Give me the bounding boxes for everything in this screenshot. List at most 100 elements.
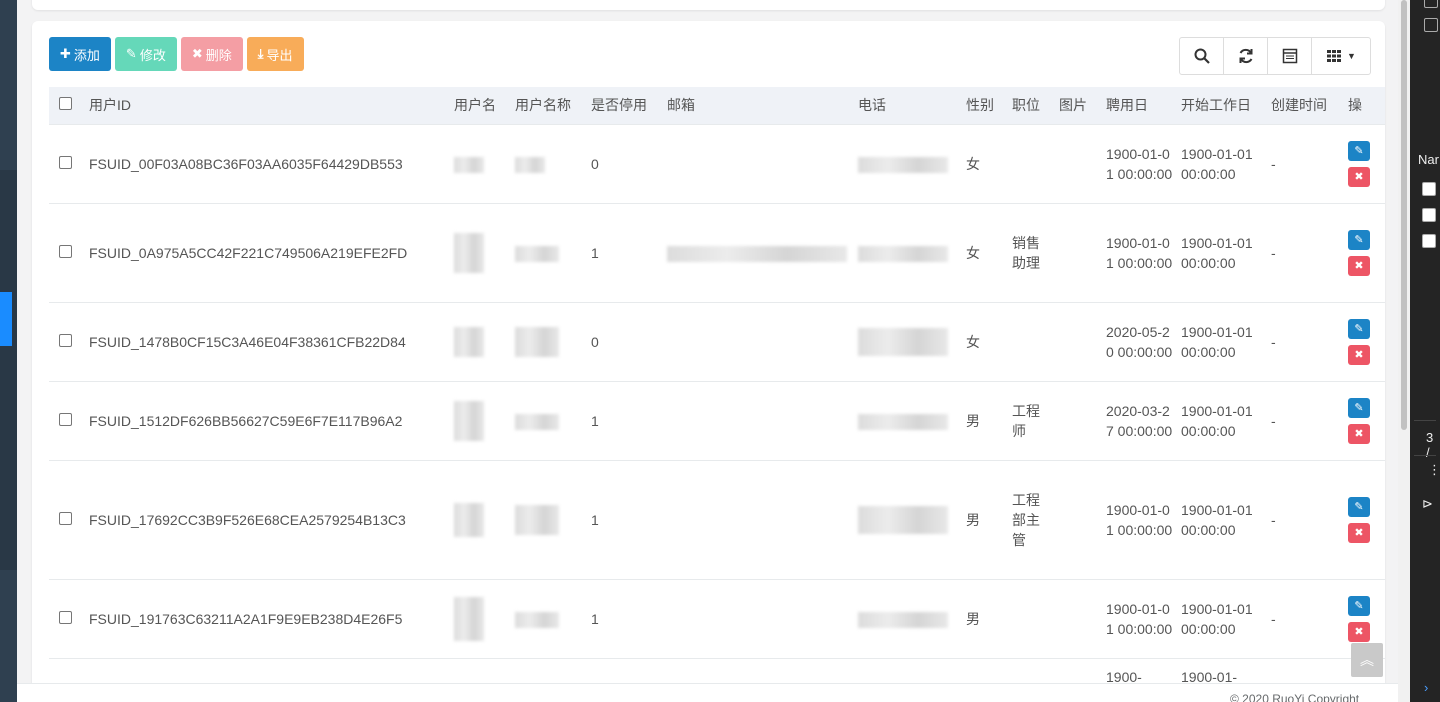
export-button[interactable]: ⤓ 导出	[246, 37, 304, 71]
row-edit-button[interactable]: ✎	[1348, 229, 1370, 250]
redacted-phone	[858, 505, 948, 534]
row-checkbox[interactable]	[59, 610, 72, 624]
column-header[interactable]: 是否停用	[587, 87, 663, 125]
row-edit-button[interactable]: ✎	[1348, 397, 1370, 418]
search-toggle-button[interactable]	[1180, 38, 1224, 74]
column-header[interactable]: 创建时间	[1267, 87, 1344, 125]
image-cell	[1055, 203, 1102, 303]
devtools-divider	[1414, 420, 1436, 421]
hire-date-cell: 2020-05-20 00:00:00	[1102, 302, 1177, 382]
columns-dropdown-button[interactable]: ▼	[1312, 38, 1370, 74]
table-row[interactable]: FSUID_1478B0CF15C3A46E04F38361CFB22D84 0…	[49, 302, 1385, 382]
row-checkbox[interactable]	[59, 155, 72, 169]
select-all-checkbox[interactable]	[59, 97, 72, 111]
delete-button[interactable]: ✖ 删除	[180, 37, 243, 71]
hire-date-cell: 1900-01-01 00:00:00	[1102, 124, 1177, 204]
column-header[interactable]: 开始工作日	[1177, 87, 1267, 125]
redacted-display-name	[515, 413, 559, 430]
image-cell	[1055, 302, 1102, 382]
table-row[interactable]: FSUID_17692CC3B9F526E68CEA2579254B13C3 1…	[49, 460, 1385, 580]
scrollbar-thumb[interactable]	[1401, 0, 1407, 430]
redacted-email	[667, 245, 847, 262]
table-tools: ▼	[1179, 37, 1371, 75]
table-row[interactable]: FSUID_191763C63211A2A1F9E9EB238D4E26F5 1…	[49, 579, 1385, 659]
column-header[interactable]: 操	[1344, 87, 1385, 125]
devtools-checkbox[interactable]	[1422, 208, 1436, 222]
position-cell: 工程师	[1008, 381, 1055, 461]
redacted-phone	[858, 413, 948, 430]
row-checkbox[interactable]	[59, 244, 72, 258]
left-sidebar	[0, 0, 17, 702]
edit-button[interactable]: ✎ 修改	[114, 37, 177, 71]
table-row[interactable]: FSUID_00F03A08BC36F03AA6035F64429DB553 0…	[49, 124, 1385, 204]
row-checkbox[interactable]	[59, 511, 72, 525]
row-checkbox[interactable]	[59, 333, 72, 347]
image-cell	[1055, 460, 1102, 580]
redacted-display-name	[515, 326, 559, 357]
column-header[interactable]: 用户名称	[511, 87, 587, 125]
page-scrollbar[interactable]	[1398, 0, 1410, 702]
row-delete-button[interactable]: ✖	[1348, 166, 1370, 187]
column-header[interactable]: 性别	[962, 87, 1008, 125]
back-to-top-button[interactable]: ︽	[1351, 643, 1383, 677]
column-header[interactable]: 职位	[1008, 87, 1055, 125]
hire-date-cell: 1900-01-01 00:00:00	[1102, 460, 1177, 580]
row-delete-button[interactable]: ✖	[1348, 621, 1370, 642]
toggle-view-button[interactable]	[1268, 38, 1312, 74]
devtools-checkbox[interactable]	[1424, 0, 1438, 8]
devtools-checkbox[interactable]	[1422, 234, 1436, 248]
disabled-cell: 1	[587, 460, 663, 580]
chevron-right-icon[interactable]: ›	[1424, 680, 1428, 695]
column-header[interactable]: 电话	[854, 87, 962, 125]
row-delete-button[interactable]: ✖	[1348, 522, 1370, 543]
row-delete-button[interactable]: ✖	[1348, 423, 1370, 444]
user-id-cell: FSUID_1512DF626BB56627C59E6F7E117B96A2	[85, 381, 450, 461]
user-table-panel: ✚ 添加 ✎ 修改 ✖ 删除 ⤓ 导出 ▼ 用户ID 用户名 用户名称 是否停用…	[32, 21, 1385, 702]
devtools-checkbox[interactable]	[1422, 182, 1436, 196]
gender-cell: 女	[962, 203, 1008, 303]
column-header[interactable]: 聘用日	[1102, 87, 1177, 125]
more-icon[interactable]: ⋮	[1428, 462, 1440, 478]
created-cell: -	[1267, 302, 1344, 382]
row-edit-button[interactable]: ✎	[1348, 318, 1370, 339]
row-delete-button[interactable]: ✖	[1348, 255, 1370, 276]
devtools-divider	[1414, 455, 1436, 456]
column-header[interactable]: 邮箱	[663, 87, 854, 125]
sidebar-active-item[interactable]	[0, 292, 12, 346]
refresh-icon	[1239, 48, 1252, 64]
search-panel	[32, 0, 1385, 10]
gender-cell: 女	[962, 124, 1008, 204]
download-icon: ⤓	[257, 46, 264, 61]
created-cell: -	[1267, 203, 1344, 303]
column-header[interactable]: 用户ID	[85, 87, 450, 125]
gender-cell: 男	[962, 579, 1008, 659]
start-date-cell: 1900-01-01 00:00:00	[1177, 579, 1267, 659]
redacted-phone	[858, 156, 948, 173]
redacted-username	[454, 400, 484, 441]
redacted-phone	[858, 611, 948, 628]
list-icon	[1282, 48, 1297, 64]
disabled-cell: 1	[587, 381, 663, 461]
redacted-phone	[858, 327, 948, 356]
edit-icon: ✎	[125, 46, 137, 61]
devtools-panel: Nar 3 / ⋮ ⊳ ›	[1410, 0, 1440, 702]
row-checkbox[interactable]	[59, 412, 72, 426]
copyright-text: © 2020 RuoYi Copyright	[1230, 692, 1360, 702]
refresh-button[interactable]	[1224, 38, 1268, 74]
column-header[interactable]: 图片	[1055, 87, 1102, 125]
caret-down-icon: ▼	[1347, 51, 1356, 61]
row-edit-button[interactable]: ✎	[1348, 595, 1370, 616]
image-cell	[1055, 579, 1102, 659]
created-cell: -	[1267, 460, 1344, 580]
row-edit-button[interactable]: ✎	[1348, 140, 1370, 161]
table-row[interactable]: FSUID_0A975A5CC42F221C749506A219EFE2FD 1…	[49, 203, 1385, 303]
devtools-checkbox[interactable]	[1424, 18, 1438, 32]
row-edit-button[interactable]: ✎	[1348, 496, 1370, 517]
play-icon[interactable]: ⊳	[1422, 496, 1433, 512]
image-cell	[1055, 124, 1102, 204]
add-button[interactable]: ✚ 添加	[49, 37, 111, 71]
table-row[interactable]: FSUID_1512DF626BB56627C59E6F7E117B96A2 1…	[49, 381, 1385, 461]
row-delete-button[interactable]: ✖	[1348, 344, 1370, 365]
created-cell: -	[1267, 124, 1344, 204]
column-header[interactable]: 用户名	[450, 87, 511, 125]
